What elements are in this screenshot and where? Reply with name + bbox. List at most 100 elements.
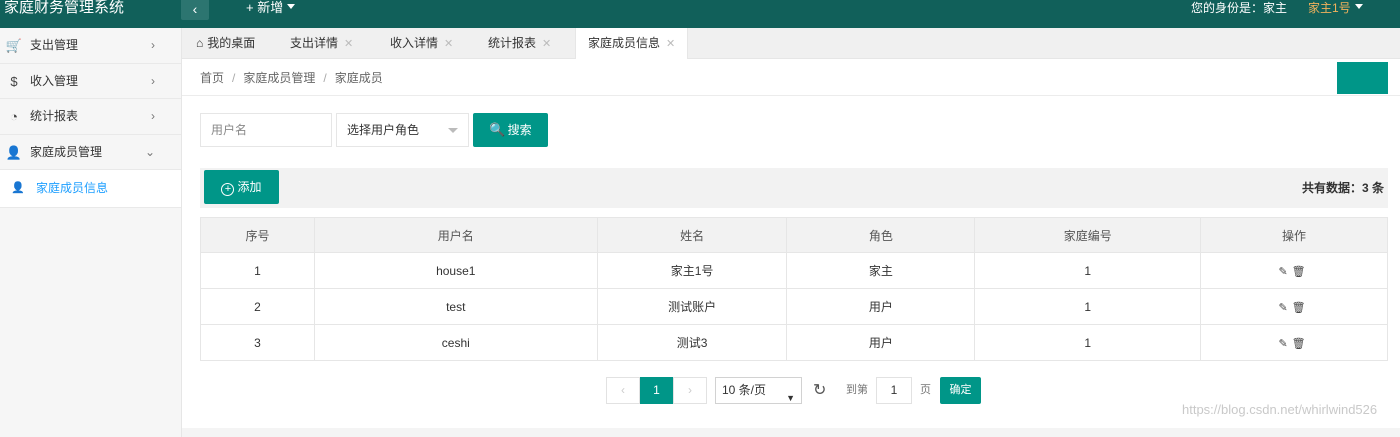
user-menu[interactable]: 家主1号 — [1308, 0, 1363, 18]
breadcrumb-current: 家庭成员 — [334, 71, 383, 85]
tab-label: 统计报表 — [488, 36, 537, 50]
sidebar-item-income[interactable]: $ 收入管理 › — [0, 64, 181, 99]
column-header: 用户名 — [313, 217, 598, 253]
main-content: 首页 / 家庭成员管理 / 家庭成员 选择用户角色 🔍搜索 +添加 共有数据：3 条 序… — [182, 59, 1400, 437]
goto-confirm-button[interactable]: 确定 — [940, 377, 981, 404]
sidebar-item-label: 收入管理 — [30, 73, 79, 88]
new-menu-button[interactable]: + 新增 — [246, 0, 296, 18]
sidebar-item-expense[interactable]: 🛒 支出管理 › — [0, 28, 181, 64]
cell-actions: ✎🗑 — [1200, 288, 1388, 325]
role-select-value: 选择用户角色 — [347, 123, 420, 137]
tab-expense-detail[interactable]: 支出详情 ✕ — [290, 28, 353, 59]
page-size-value: 10 条/页 — [722, 383, 767, 397]
trash-icon[interactable]: 🗑 — [1292, 266, 1310, 278]
plus-circle-icon: + — [221, 183, 235, 196]
close-icon[interactable]: ✕ — [666, 38, 675, 50]
pager-next-button[interactable]: › — [673, 377, 707, 404]
sidebar-subitem-label: 家庭成员信息 — [36, 181, 109, 195]
pencil-icon[interactable]: ✎ — [1278, 338, 1291, 350]
add-button-label: 添加 — [237, 180, 262, 194]
cell-name: 测试账户 — [596, 288, 788, 325]
trash-icon[interactable]: 🗑 — [1292, 302, 1310, 314]
table-row: 1 house1 家主1号 家主 1 ✎🗑 — [200, 252, 1388, 289]
tab-income-detail[interactable]: 收入详情 ✕ — [390, 28, 453, 59]
total-count: 共有数据：3 条 — [1301, 181, 1384, 195]
chevron-right-icon: › — [151, 109, 155, 123]
pencil-icon[interactable]: ✎ — [1278, 266, 1291, 278]
breadcrumb: 首页 / 家庭成员管理 / 家庭成员 — [200, 69, 383, 86]
caret-down-icon — [1354, 4, 1363, 9]
cell-family-id: 1 — [974, 288, 1202, 325]
table-toolbar: + 添加 共有数据：3 条 — [200, 168, 1388, 208]
cell-username: house1 — [313, 252, 598, 289]
cell-role: 用户 — [786, 324, 976, 361]
app-title: 家庭财务管理系统 — [4, 0, 125, 16]
cell-actions: ✎🗑 — [1200, 324, 1388, 361]
cell-family-id: 1 — [974, 252, 1202, 289]
chevron-down-icon: ▼ — [786, 393, 795, 403]
members-table: 序号 用户名 姓名 角色 家庭编号 操作 1 house1 家主1号 家主 1 … — [200, 217, 1388, 361]
cell-role: 家主 — [786, 252, 976, 289]
chevron-right-icon: › — [151, 73, 155, 88]
page-size-select[interactable]: 10 条/页 ▼ — [715, 377, 802, 404]
sidebar-item-report[interactable]: ◔ 统计报表 › — [0, 99, 181, 135]
pager-prev-button[interactable]: ‹ — [606, 377, 640, 404]
tab-family-info[interactable]: 家庭成员信息 ✕ — [575, 28, 689, 59]
new-menu-label: + 新增 — [246, 0, 284, 15]
tab-label: 收入详情 — [390, 36, 439, 50]
chevron-down-icon: ⌄ — [144, 144, 155, 159]
tab-report[interactable]: 统计报表 ✕ — [488, 28, 551, 59]
add-member-button[interactable]: + 添加 — [204, 170, 279, 204]
column-header: 角色 — [786, 217, 976, 253]
tab-label: 我的桌面 — [207, 36, 256, 50]
table-row: 3 ceshi 测试3 用户 1 ✎🗑 — [200, 324, 1388, 361]
goto-page-input[interactable]: 1 — [876, 377, 912, 404]
tab-label: 支出详情 — [290, 36, 339, 50]
table-row: 2 test 测试账户 用户 1 ✎🗑 — [200, 288, 1388, 325]
cart-icon: 🛒 — [5, 38, 23, 53]
column-header: 操作 — [1200, 217, 1388, 253]
breadcrumb-separator: / — [232, 71, 236, 85]
cell-index: 3 — [200, 324, 315, 361]
cell-role: 用户 — [786, 288, 976, 325]
cell-username: ceshi — [313, 324, 598, 361]
sidebar-subitem-family-info[interactable]: 👤 家庭成员信息 — [0, 170, 181, 208]
cell-name: 测试3 — [596, 324, 788, 361]
sidebar-item-label: 家庭成员管理 — [30, 144, 103, 159]
search-button-label: 搜索 — [507, 123, 532, 137]
search-icon: 🔍 — [489, 122, 506, 137]
chart-icon: ◔ — [10, 109, 18, 124]
close-icon[interactable]: ✕ — [542, 38, 551, 50]
column-header: 家庭编号 — [974, 217, 1202, 253]
breadcrumb-family-management[interactable]: 家庭成员管理 — [243, 71, 315, 85]
cell-name: 家主1号 — [596, 252, 788, 289]
breadcrumb-separator: / — [323, 71, 327, 85]
page-label: 页 — [920, 384, 931, 396]
column-header: 姓名 — [596, 217, 788, 253]
dollar-icon: $ — [10, 73, 18, 89]
page-refresh-button[interactable] — [1337, 62, 1388, 94]
identity-text: 您的身份是：家主 — [1191, 1, 1288, 15]
column-header: 序号 — [200, 217, 315, 253]
divider — [182, 95, 1400, 96]
role-select[interactable]: 选择用户角色 — [336, 113, 469, 147]
cell-actions: ✎🗑 — [1200, 252, 1388, 289]
sidebar-collapse-button[interactable]: ‹ — [181, 0, 209, 20]
pencil-icon[interactable]: ✎ — [1278, 302, 1291, 314]
close-icon[interactable]: ✕ — [344, 38, 353, 50]
table-header-row: 序号 用户名 姓名 角色 家庭编号 操作 — [200, 217, 1388, 253]
caret-down-icon — [287, 4, 296, 9]
breadcrumb-home[interactable]: 首页 — [200, 71, 224, 85]
user-icon: 👤 — [5, 144, 23, 160]
search-button[interactable]: 🔍 搜索 — [473, 113, 548, 147]
cell-family-id: 1 — [974, 324, 1202, 361]
pager-current-page[interactable]: 1 — [640, 377, 673, 404]
tab-desktop[interactable]: ⌂ 我的桌面 — [196, 28, 255, 59]
sidebar-item-family[interactable]: 👤 家庭成员管理 ⌄ — [0, 135, 181, 170]
close-icon[interactable]: ✕ — [444, 38, 453, 50]
caret-down-icon — [448, 128, 458, 133]
username-search-input[interactable] — [200, 113, 332, 147]
trash-icon[interactable]: 🗑 — [1292, 338, 1310, 350]
pager-refresh-icon[interactable]: ↻ — [813, 377, 826, 404]
bottom-strip — [182, 428, 1400, 437]
